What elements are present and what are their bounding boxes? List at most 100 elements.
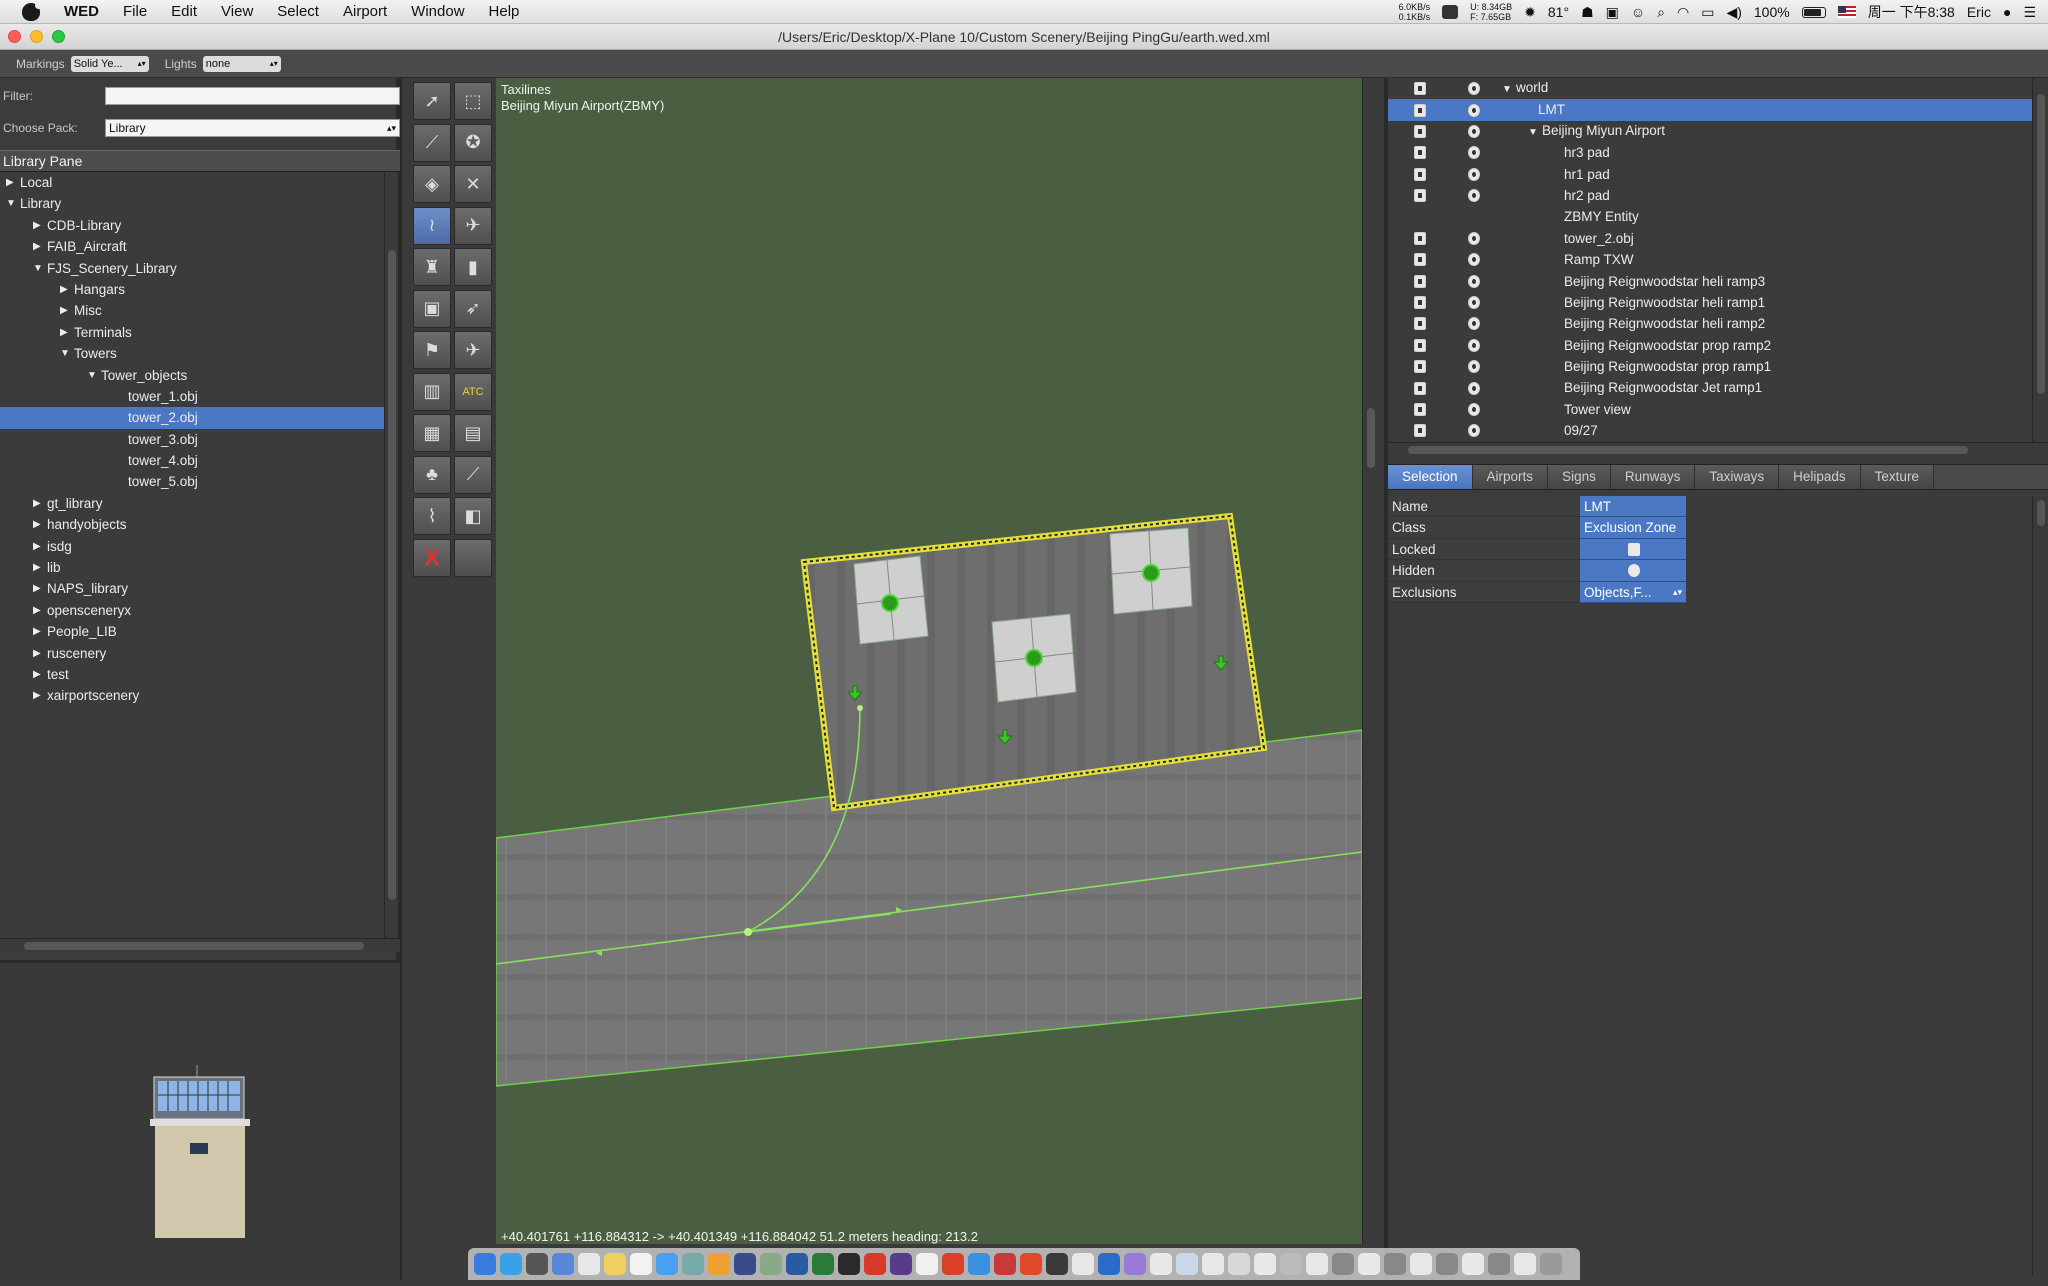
property-vertical-scrollbar[interactable]	[2032, 496, 2048, 1276]
library-tree-item[interactable]: tower_1.obj	[0, 386, 384, 407]
dock-app-icon[interactable]	[916, 1253, 938, 1275]
dock-app-icon[interactable]	[864, 1253, 886, 1275]
scroll-thumb[interactable]	[388, 250, 396, 900]
tower-viewpoint-tool-button[interactable]: ♜	[413, 248, 451, 286]
library-tree-item[interactable]: ▼ Towers	[0, 343, 384, 364]
menu-help[interactable]: Help	[477, 3, 532, 20]
hierarchy-row[interactable]: ▼ Beijing Miyun Airport	[1388, 121, 2032, 142]
library-tree-item[interactable]: tower_3.obj	[0, 429, 384, 450]
visibility-eye-icon[interactable]	[1468, 189, 1480, 203]
disclosure-closed-icon[interactable]: ▶	[33, 621, 47, 642]
lock-toggle-icon[interactable]	[1414, 296, 1426, 310]
dock-app-icon[interactable]	[942, 1253, 964, 1275]
dock-app-icon[interactable]	[994, 1253, 1016, 1275]
tab-taxiways[interactable]: Taxiways	[1695, 465, 1780, 489]
visibility-eye-icon[interactable]	[1468, 317, 1480, 331]
visibility-eye-icon[interactable]	[1468, 146, 1480, 160]
library-tree-item[interactable]: ▶ Local	[0, 172, 384, 193]
visibility-eye-icon[interactable]	[1468, 82, 1480, 96]
tab-helipads[interactable]: Helipads	[1779, 465, 1861, 489]
dock-app-icon[interactable]	[526, 1253, 548, 1275]
library-tree-item[interactable]: tower_5.obj	[0, 471, 384, 492]
library-horizontal-scrollbar[interactable]	[0, 938, 400, 952]
visibility-eye-icon[interactable]	[1468, 231, 1480, 245]
dock-app-icon[interactable]	[760, 1253, 782, 1275]
helipad-hr3[interactable]	[1109, 527, 1193, 615]
lock-toggle-icon[interactable]	[1414, 231, 1426, 245]
helipad-tool-button[interactable]: ✪	[454, 123, 492, 162]
dock-app-icon[interactable]	[1202, 1253, 1224, 1275]
disclosure-closed-icon[interactable]: ▶	[33, 493, 47, 514]
disclosure-closed-icon[interactable]: ▶	[33, 664, 47, 685]
disclosure-open-icon[interactable]: ▼	[6, 193, 20, 214]
dock-app-icon[interactable]	[1124, 1253, 1146, 1275]
dock-app-icon[interactable]	[1514, 1253, 1536, 1275]
disclosure-closed-icon[interactable]: ▶	[33, 685, 47, 706]
property-value-exclusions[interactable]: Objects,F... ▴▾	[1580, 581, 1686, 603]
taxiline-tool-button[interactable]: ≀	[413, 206, 451, 245]
tab-texture[interactable]: Texture	[1860, 465, 1934, 489]
taxiline-node[interactable]	[857, 705, 863, 711]
runway-tool-button[interactable]: ⟋	[413, 123, 451, 162]
lock-toggle-icon[interactable]	[1414, 338, 1426, 352]
exclusion-tool-button[interactable]: X	[413, 538, 451, 577]
scroll-thumb[interactable]	[24, 942, 364, 950]
property-value-hidden[interactable]	[1580, 560, 1686, 582]
lights-select[interactable]: none ▴▾	[202, 55, 281, 72]
lock-toggle-icon[interactable]	[1414, 317, 1426, 331]
dock-app-icon[interactable]	[1020, 1253, 1042, 1275]
input-source-flag-icon[interactable]	[1837, 6, 1856, 18]
library-tree-item[interactable]: ▶ test	[0, 664, 384, 685]
dock-app-icon[interactable]	[1098, 1253, 1120, 1275]
disclosure-closed-icon[interactable]: ▶	[6, 172, 20, 193]
hierarchy-row[interactable]: Beijing Reignwoodstar heli ramp2	[1388, 313, 2032, 334]
visibility-eye-icon[interactable]	[1468, 360, 1480, 374]
visibility-eye-icon[interactable]	[1468, 103, 1480, 117]
dock-app-icon[interactable]	[708, 1253, 730, 1275]
tab-selection[interactable]: Selection	[1388, 465, 1473, 489]
search-icon[interactable]: ⌕	[1657, 4, 1665, 21]
library-tree-item[interactable]: ▶ Misc	[0, 300, 384, 321]
empty-tool-button[interactable]	[454, 538, 492, 577]
dock-app-icon[interactable]	[890, 1253, 912, 1275]
dock-app-icon[interactable]	[786, 1253, 808, 1275]
battery-percent[interactable]: 100%	[1754, 4, 1790, 20]
hierarchy-row[interactable]: Beijing Reignwoodstar heli ramp1	[1388, 292, 2032, 313]
clock[interactable]: 周一 下午8:38	[1868, 2, 1955, 22]
lock-toggle-icon[interactable]	[1414, 403, 1426, 417]
sealane-tool-button[interactable]: ◈	[413, 165, 451, 203]
dock-app-icon[interactable]	[1332, 1253, 1354, 1275]
hierarchy-row[interactable]: Tower view	[1388, 399, 2032, 420]
scroll-thumb[interactable]	[1367, 408, 1375, 468]
visibility-eye-icon[interactable]	[1468, 403, 1480, 417]
atc-frequency-tool-button[interactable]: ATC	[454, 372, 492, 411]
disclosure-closed-icon[interactable]: ▶	[33, 578, 47, 599]
dock-app-icon[interactable]	[630, 1253, 652, 1275]
hierarchy-row[interactable]: hr3 pad	[1388, 142, 2032, 163]
library-tree-item[interactable]: ▶ isdg	[0, 536, 384, 557]
taxiline-node[interactable]	[744, 928, 752, 936]
dock-app-icon[interactable]	[578, 1253, 600, 1275]
tree-tool-button[interactable]: ♣	[413, 455, 451, 494]
ramp-start-tool-button[interactable]: ✈	[454, 206, 492, 245]
boundary-tool-button[interactable]: ✕	[454, 165, 492, 203]
map-vertical-scrollbar[interactable]	[1362, 78, 1378, 1244]
hierarchy-row[interactable]: Beijing Reignwoodstar Jet ramp1	[1388, 377, 2032, 398]
sign-tool-button[interactable]: ▮	[454, 248, 492, 286]
menu-edit[interactable]: Edit	[159, 3, 209, 20]
dock-app-icon[interactable]	[1176, 1253, 1198, 1275]
user-name[interactable]: Eric	[1967, 4, 1991, 20]
dock-app-icon[interactable]	[734, 1253, 756, 1275]
tab-airports[interactable]: Airports	[1472, 465, 1549, 489]
library-tree-item[interactable]: ▶ xairportscenery	[0, 685, 384, 706]
library-tree-item[interactable]: ▶ opensceneryx	[0, 600, 384, 621]
scroll-thumb[interactable]	[2037, 94, 2045, 394]
hierarchy-horizontal-scrollbar[interactable]	[1388, 442, 2048, 456]
library-tree-item[interactable]: ▶ People_LIB	[0, 621, 384, 642]
hierarchy-row[interactable]: Beijing Reignwoodstar prop ramp1	[1388, 356, 2032, 377]
disclosure-closed-icon[interactable]: ▶	[60, 279, 74, 300]
menu-select[interactable]: Select	[265, 3, 331, 20]
disclosure-closed-icon[interactable]: ▶	[33, 557, 47, 578]
library-tree-item[interactable]: ▼ FJS_Scenery_Library	[0, 258, 384, 279]
map-canvas[interactable]	[496, 78, 1362, 1244]
